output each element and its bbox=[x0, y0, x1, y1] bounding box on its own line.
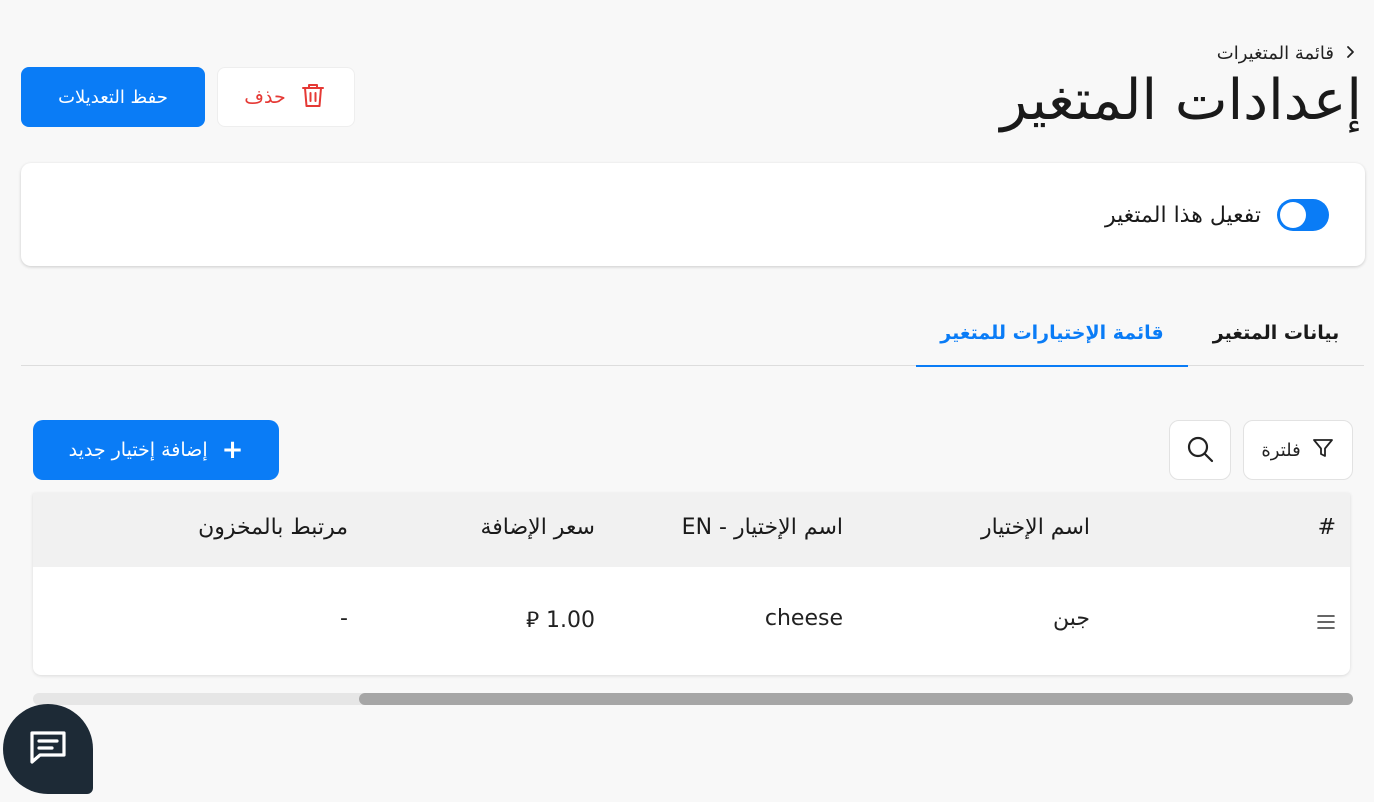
filter-icon bbox=[1311, 436, 1335, 465]
breadcrumb-parent-link[interactable]: قائمة المتغيرات bbox=[1217, 43, 1334, 64]
chevron-right-icon bbox=[1344, 43, 1358, 64]
column-header: # bbox=[1317, 515, 1336, 540]
tab-label: قائمة الإختيارات للمتغير bbox=[940, 321, 1164, 344]
column-header: مرتبط بالمخزون bbox=[198, 515, 348, 540]
filter-button[interactable]: فلترة bbox=[1243, 420, 1353, 480]
option-name-en-cell: cheese bbox=[764, 606, 843, 631]
save-button[interactable]: حفظ التعديلات bbox=[21, 67, 205, 127]
plus-icon: + bbox=[221, 435, 244, 465]
column-header: سعر الإضافة bbox=[480, 515, 595, 540]
table-scrollbar[interactable] bbox=[33, 693, 1353, 705]
search-button[interactable] bbox=[1169, 420, 1231, 480]
option-price-cell: 1.00 ⃁ bbox=[525, 608, 595, 633]
drag-handle-icon[interactable] bbox=[1316, 613, 1336, 631]
column-header: اسم الإختيار bbox=[980, 515, 1090, 540]
scrollbar-thumb[interactable] bbox=[359, 693, 1353, 705]
filter-label: فلترة bbox=[1261, 439, 1301, 461]
tab-variable-data[interactable]: بيانات المتغير bbox=[1188, 300, 1364, 366]
breadcrumb[interactable]: قائمة المتغيرات bbox=[1217, 40, 1358, 66]
option-name-cell: جبن bbox=[1053, 606, 1090, 631]
tab-label: بيانات المتغير bbox=[1212, 322, 1340, 344]
activation-card: تفعيل هذا المتغير bbox=[21, 163, 1365, 266]
chat-icon bbox=[25, 724, 71, 774]
delete-button-label: حذف bbox=[244, 86, 286, 108]
add-option-label: إضافة إختيار جديد bbox=[68, 439, 208, 461]
tab-options-list[interactable]: قائمة الإختيارات للمتغير bbox=[916, 300, 1188, 367]
delete-button[interactable]: حذف bbox=[217, 67, 355, 127]
trash-icon bbox=[298, 80, 328, 115]
activate-label: تفعيل هذا المتغير bbox=[1105, 202, 1261, 228]
tab-bar: بيانات المتغير قائمة الإختيارات للمتغير bbox=[21, 300, 1364, 367]
column-header: اسم الإختيار - EN bbox=[681, 515, 843, 540]
activate-row: تفعيل هذا المتغير bbox=[1105, 199, 1329, 231]
chat-button[interactable] bbox=[3, 704, 93, 794]
table-header: # اسم الإختيار اسم الإختيار - EN سعر الإ… bbox=[33, 493, 1350, 567]
page-title: إعدادات المتغير bbox=[1000, 68, 1362, 133]
add-option-button[interactable]: + إضافة إختيار جديد bbox=[33, 420, 279, 480]
search-icon bbox=[1185, 434, 1215, 467]
options-table: # اسم الإختيار اسم الإختيار - EN سعر الإ… bbox=[33, 493, 1350, 675]
toggle-knob bbox=[1280, 202, 1306, 228]
activate-toggle[interactable] bbox=[1277, 199, 1329, 231]
save-button-label: حفظ التعديلات bbox=[58, 86, 168, 108]
option-stock-cell: - bbox=[340, 606, 348, 631]
